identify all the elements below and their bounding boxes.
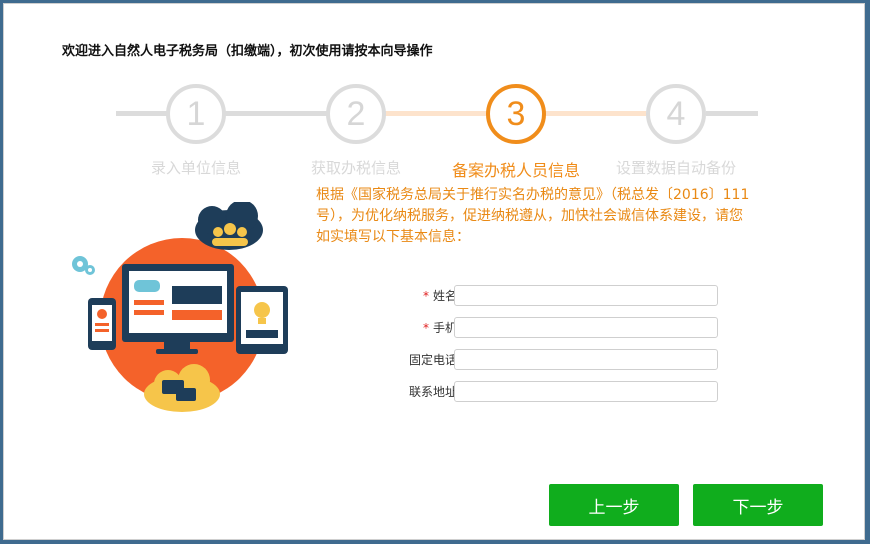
real-name-notice: 根据《国家税务总局关于推行实名办税的意见》（税总发〔2016〕111号），为优化… <box>316 187 750 245</box>
address-input[interactable] <box>454 381 718 402</box>
step-progress: 1 2 3 4 录入单位信息 获取办税信息 备案办税人员信息 设置数据自动备份 <box>4 4 866 184</box>
step-3-label: 备案办税人员信息 <box>451 161 580 180</box>
step-4-circle: 4 <box>646 84 706 144</box>
step-1-circle: 1 <box>166 84 226 144</box>
required-marker: * <box>422 321 429 335</box>
landline-input[interactable] <box>454 349 718 370</box>
step-4-label: 设置数据自动备份 <box>615 159 736 177</box>
name-input[interactable] <box>454 285 718 306</box>
step-2-label: 获取办税信息 <box>310 159 401 177</box>
monitor-icon <box>122 264 234 354</box>
devices-illustration <box>72 202 288 412</box>
tablet-icon <box>236 286 288 354</box>
phone-icon <box>88 298 116 350</box>
step-2-circle: 2 <box>326 84 386 144</box>
mobile-input[interactable] <box>454 317 718 338</box>
name-row: * 姓名： <box>344 285 744 307</box>
step-3-circle: 3 <box>486 84 546 144</box>
gear-icon <box>72 256 95 275</box>
address-row: 联系地址： <box>344 381 744 403</box>
mobile-row: * 手机： <box>344 317 744 339</box>
landline-row: 固定电话： <box>344 349 744 371</box>
users-cloud-icon <box>195 202 263 250</box>
track-4-end <box>706 111 758 116</box>
step-1-label: 录入单位信息 <box>150 159 241 177</box>
required-marker: * <box>422 289 429 303</box>
next-step-button[interactable]: 下一步 <box>693 484 823 526</box>
track-2-3 <box>386 111 496 116</box>
prev-step-button[interactable]: 上一步 <box>549 484 679 526</box>
setup-wizard-dialog: 欢迎进入自然人电子税务局（扣缴端），初次使用请按本向导操作 1 2 3 4 录入… <box>3 3 865 540</box>
track-3-4 <box>546 111 646 116</box>
